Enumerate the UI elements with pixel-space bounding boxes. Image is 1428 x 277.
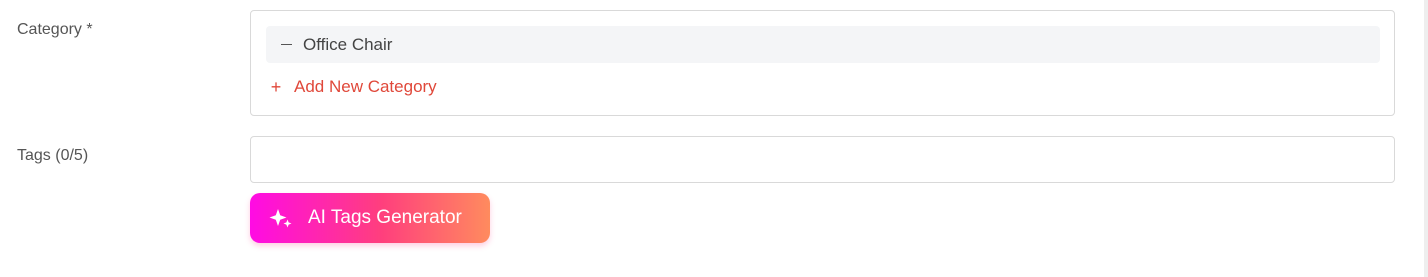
category-label: Category *: [17, 21, 93, 38]
add-new-category-button[interactable]: + Add New Category: [269, 77, 437, 97]
ai-tags-generator-button[interactable]: AI Tags Generator: [250, 193, 490, 243]
category-item-name: Office Chair: [303, 34, 393, 54]
tags-label: Tags (0/5): [17, 147, 89, 164]
tags-input[interactable]: [250, 136, 1395, 183]
minus-icon[interactable]: [279, 44, 293, 46]
plus-icon: +: [270, 77, 282, 97]
category-item: Office Chair: [266, 26, 1380, 63]
ai-tags-generator-label: AI Tags Generator: [308, 207, 462, 228]
sparkle-icon: [268, 205, 294, 231]
category-box: Office Chair + Add New Category: [250, 10, 1395, 116]
scrollbar[interactable]: [1424, 0, 1428, 277]
add-new-category-label: Add New Category: [294, 77, 437, 96]
